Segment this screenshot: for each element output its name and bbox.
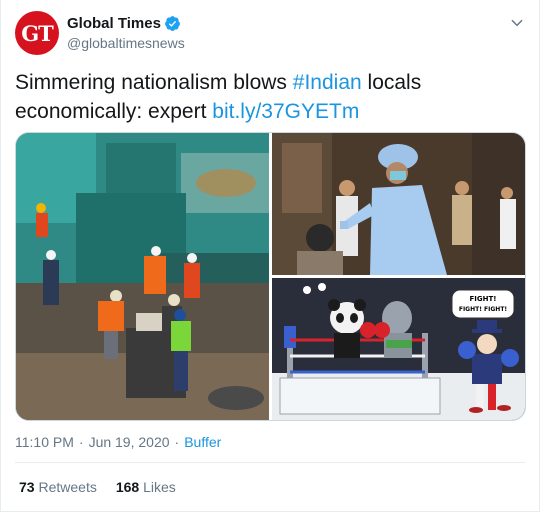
tweet-date[interactable]: Jun 19, 2020 bbox=[89, 434, 170, 450]
retweets-count: 73 bbox=[19, 479, 35, 495]
cartoon-bubble-text: FIGHT! bbox=[470, 295, 497, 303]
retweets-stat[interactable]: 73 Retweets bbox=[19, 479, 97, 495]
retweets-label: Retweets bbox=[38, 479, 97, 495]
tweet-timestamp: 11:10 PM · Jun 19, 2020 · Buffer bbox=[15, 434, 221, 450]
author-name[interactable]: Global Times bbox=[67, 15, 161, 32]
likes-count: 168 bbox=[115, 479, 140, 495]
avatar[interactable]: GT bbox=[15, 11, 59, 55]
author-name-row: Global Times bbox=[67, 15, 181, 32]
url-link[interactable]: bit.ly/37GYETm bbox=[212, 100, 359, 123]
author-handle[interactable]: @globaltimesnews bbox=[67, 35, 185, 51]
separator-dot: · bbox=[174, 434, 180, 450]
construction-workers-photo[interactable] bbox=[16, 133, 269, 421]
tweet-time[interactable]: 11:10 PM bbox=[15, 434, 74, 450]
cartoon-bubble-text: FIGHT! FIGHT! bbox=[459, 306, 507, 313]
hashtag-link[interactable]: #Indian bbox=[293, 71, 362, 94]
separator-dot: · bbox=[78, 434, 84, 450]
avatar-logo-text: GT bbox=[21, 20, 54, 46]
tweet-stats: 73 Retweets 168 Likes bbox=[19, 479, 176, 495]
tweet-card: GT Global Times @globaltimesnews Simmeri… bbox=[0, 0, 540, 512]
divider bbox=[15, 462, 525, 463]
tweet-text: Simmering nationalism blows #Indian loca… bbox=[15, 68, 520, 126]
likes-label: Likes bbox=[143, 479, 176, 495]
verified-badge-icon bbox=[164, 16, 180, 31]
chevron-down-icon[interactable] bbox=[509, 15, 525, 31]
boxing-cartoon-illustration[interactable]: FIGHT! FIGHT! FIGHT! bbox=[272, 278, 526, 421]
likes-stat[interactable]: 168 Likes bbox=[116, 479, 176, 495]
medical-test-photo[interactable] bbox=[272, 133, 526, 275]
media-grid: FIGHT! FIGHT! FIGHT! bbox=[15, 132, 526, 421]
tweet-text-part: Simmering nationalism blows bbox=[15, 71, 293, 94]
tweet-source-link[interactable]: Buffer bbox=[184, 434, 221, 450]
